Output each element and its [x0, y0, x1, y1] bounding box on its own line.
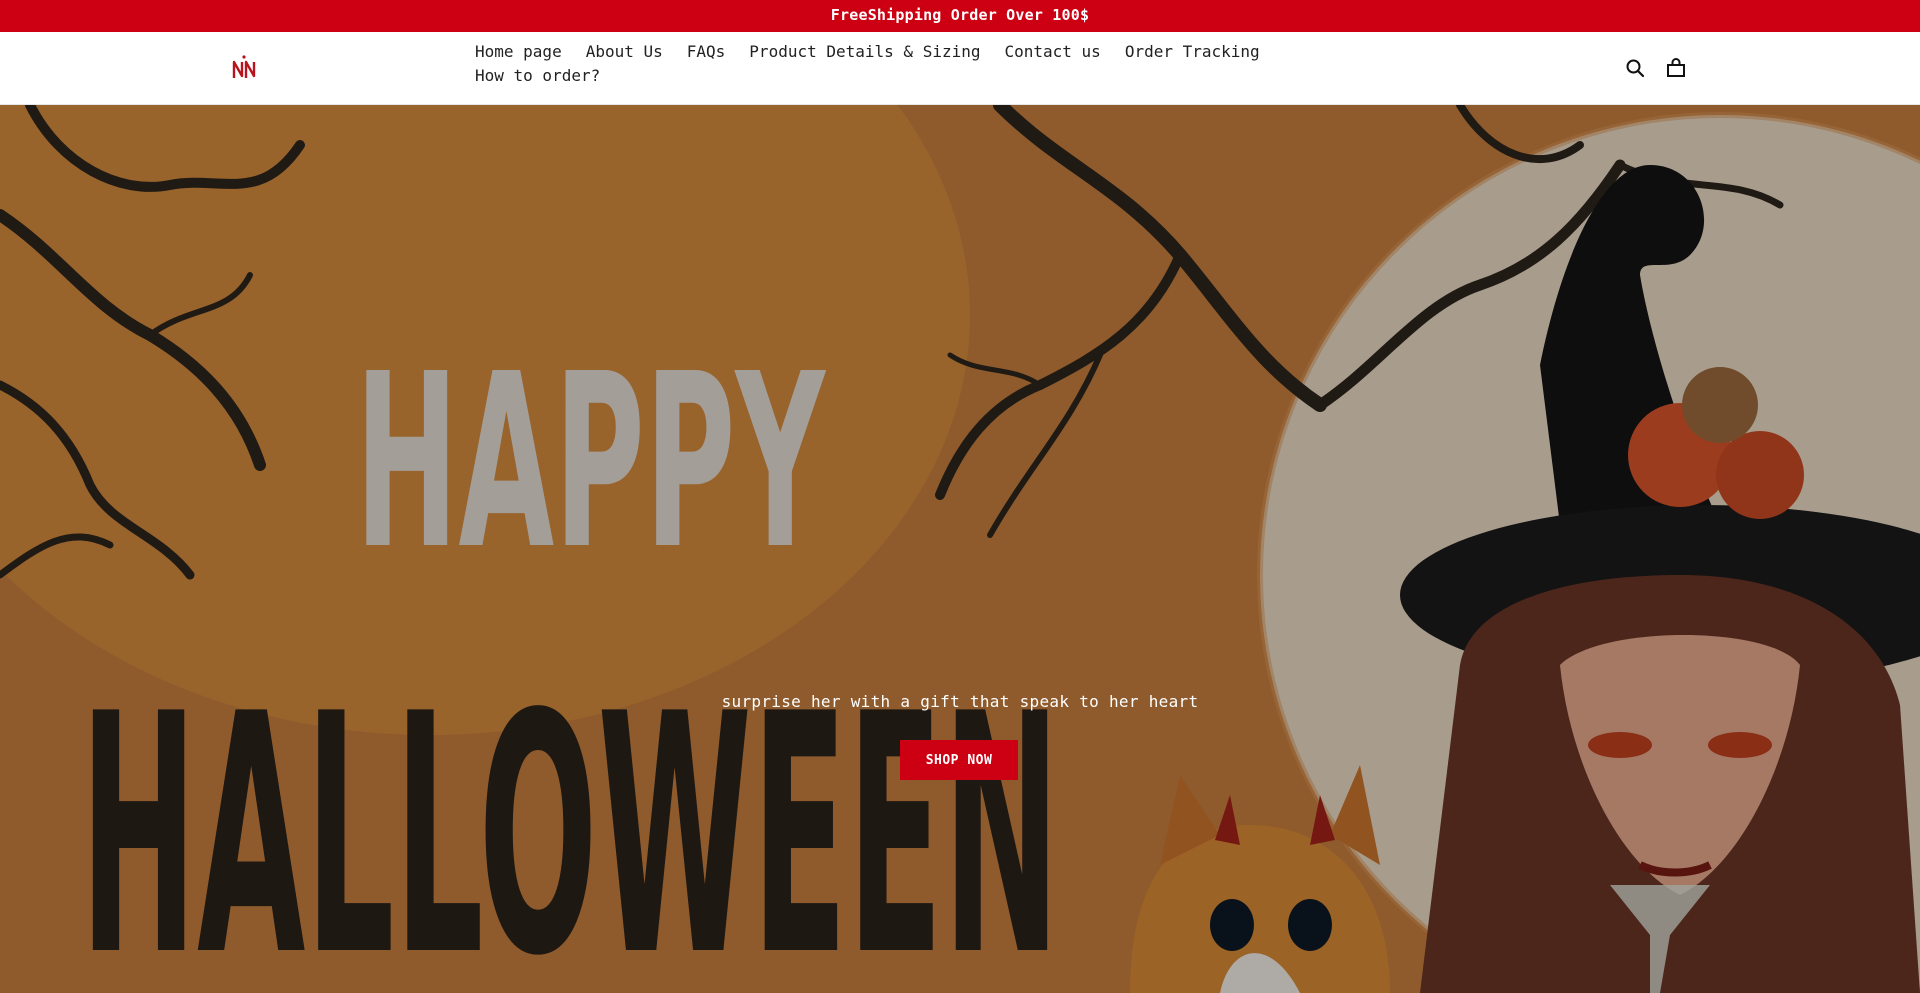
search-icon[interactable] — [1624, 57, 1646, 79]
hero-banner: HAPPY HALLOWEEN surprise her with a gift… — [0, 105, 1920, 993]
shop-now-button[interactable]: SHOP NOW — [900, 740, 1018, 780]
hero-overlay — [0, 105, 1920, 993]
announcement-text: FreeShipping Order Over 100$ — [830, 6, 1090, 24]
hero-subtitle: surprise her with a gift that speak to h… — [721, 692, 1199, 711]
nav-contact-us[interactable]: Contact us — [1004, 42, 1100, 62]
nav-order-tracking[interactable]: Order Tracking — [1125, 42, 1260, 62]
brand-logo[interactable] — [232, 54, 256, 80]
nav-about-us[interactable]: About Us — [586, 42, 663, 62]
nav-home-page[interactable]: Home page — [475, 42, 562, 62]
site-header: Home page About Us FAQs Product Details … — [0, 32, 1920, 105]
nav-faqs[interactable]: FAQs — [687, 42, 726, 62]
nav-product-details-sizing[interactable]: Product Details & Sizing — [749, 42, 980, 62]
shopping-bag-icon[interactable] — [1665, 57, 1687, 79]
nav-how-to-order[interactable]: How to order? — [475, 66, 600, 86]
announcement-bar: FreeShipping Order Over 100$ — [0, 0, 1920, 32]
main-nav: Home page About Us FAQs Product Details … — [475, 42, 1335, 86]
